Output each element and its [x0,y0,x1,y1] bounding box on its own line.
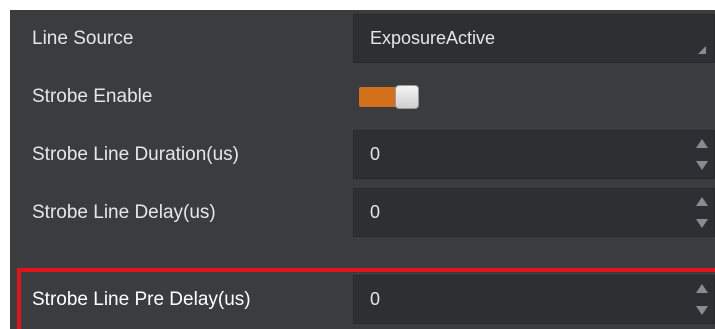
spinbox-value: 0 [370,202,381,222]
property-label: Strobe Line Pre Delay(us) [32,289,251,310]
spin-buttons [696,137,708,172]
property-row-strobe-line-duration: Strobe Line Duration(us) 0 [10,126,715,184]
resize-grip-icon [698,46,706,54]
strobe-enable-toggle[interactable] [357,85,419,109]
dropdown-value: ExposureActive [370,28,496,48]
property-label: Strobe Line Duration(us) [32,144,239,165]
line-source-dropdown[interactable]: ExposureActive [353,14,715,63]
strobe-line-duration-spinbox[interactable]: 0 [353,130,715,179]
spin-up-icon[interactable] [696,197,708,206]
spin-buttons [696,282,708,317]
spinbox-value: 0 [370,144,381,164]
property-label: Strobe Line Delay(us) [32,202,216,223]
property-row-strobe-line-delay: Strobe Line Delay(us) 0 [10,184,715,242]
property-row-line-source: Line Source ExposureActive [10,10,715,68]
spin-down-icon[interactable] [696,219,708,228]
spin-down-icon[interactable] [696,306,708,315]
toggle-knob[interactable] [395,85,419,109]
strobe-line-pre-delay-spinbox[interactable]: 0 [353,275,715,324]
property-label: Line Source [32,28,134,49]
spin-up-icon[interactable] [696,139,708,148]
properties-panel: Line Source ExposureActive Strobe Enable… [10,10,715,329]
spin-up-icon[interactable] [696,284,708,293]
spin-buttons [696,195,708,230]
spin-down-icon[interactable] [696,161,708,170]
strobe-line-delay-spinbox[interactable]: 0 [353,188,715,237]
property-label: Strobe Enable [32,86,153,107]
spinbox-value: 0 [370,289,381,309]
property-row-strobe-line-pre-delay: Strobe Line Pre Delay(us) 0 [10,271,715,329]
property-row-strobe-enable: Strobe Enable [10,68,715,126]
toggle-track [359,87,399,107]
